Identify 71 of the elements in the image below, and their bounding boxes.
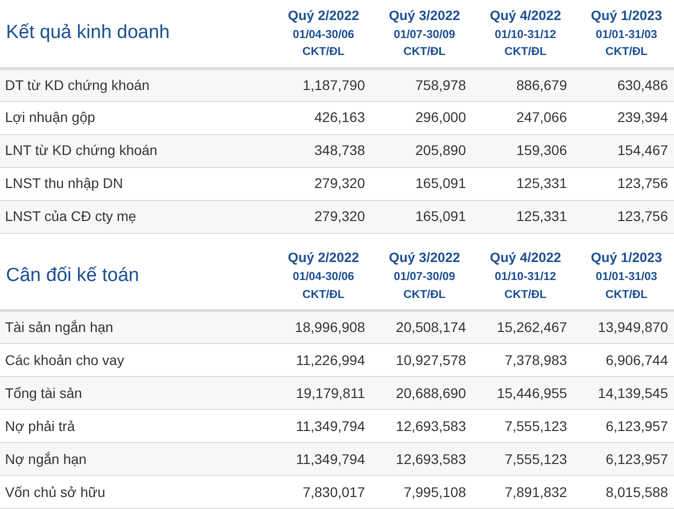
table-cell: 426,163 bbox=[270, 101, 371, 134]
table-cell: 279,320 bbox=[270, 167, 371, 200]
table-cell: 165,091 bbox=[371, 200, 472, 233]
table-cell: 8,015,588 bbox=[573, 476, 674, 508]
table-cell: 296,000 bbox=[371, 101, 472, 134]
standard-label: CKT/ĐL bbox=[605, 288, 648, 302]
table-cell: 7,830,017 bbox=[270, 476, 371, 508]
table-cell: 154,467 bbox=[573, 134, 674, 167]
table-cell: 159,306 bbox=[472, 134, 573, 167]
row-label: LNT từ KD chứng khoán bbox=[0, 134, 270, 167]
row-label: DT từ KD chứng khoán bbox=[0, 68, 270, 101]
table-cell: 1,187,790 bbox=[270, 68, 371, 101]
table-cell: 14,139,545 bbox=[573, 376, 674, 410]
quarter-label: Quý 2/2022 bbox=[288, 8, 360, 25]
table-cell: 123,756 bbox=[573, 167, 674, 200]
standard-label: CKT/ĐL bbox=[403, 288, 446, 302]
standard-label: CKT/ĐL bbox=[302, 45, 345, 60]
table-cell: 279,320 bbox=[270, 200, 371, 233]
table-cell: 13,949,870 bbox=[573, 310, 674, 344]
standard-label: CKT/ĐL bbox=[302, 288, 345, 302]
row-label: LNST của CĐ cty mẹ bbox=[0, 200, 270, 233]
standard-label: CKT/ĐL bbox=[504, 288, 547, 302]
table-cell: 7,995,108 bbox=[371, 476, 472, 508]
table-cell: 348,738 bbox=[270, 134, 371, 167]
quarter-label: Quý 3/2022 bbox=[388, 250, 460, 268]
standard-label: CKT/ĐL bbox=[403, 45, 446, 60]
table-cell: 125,331 bbox=[472, 200, 573, 233]
table-cell: 205,890 bbox=[371, 134, 472, 167]
table-cell: 758,978 bbox=[371, 68, 472, 101]
quarter-label: Quý 4/2022 bbox=[490, 250, 562, 268]
row-label: Vốn chủ sở hữu bbox=[0, 476, 270, 508]
table-cell: 11,349,794 bbox=[270, 442, 371, 476]
table-cell: 20,508,174 bbox=[371, 310, 472, 344]
quarter-label: Quý 1/2023 bbox=[590, 8, 662, 25]
period-label: 01/07-30/09 bbox=[394, 270, 456, 285]
row-label: Tài sản ngắn hạn bbox=[0, 310, 270, 344]
period-label: 01/10-31/12 bbox=[494, 28, 556, 42]
row-label: Tổng tài sản bbox=[0, 376, 270, 410]
row-label: Lợi nhuận gộp bbox=[0, 101, 270, 134]
table-cell: 630,486 bbox=[573, 68, 674, 101]
table-cell: 886,679 bbox=[472, 68, 573, 101]
standard-label: CKT/ĐL bbox=[504, 45, 547, 60]
period-label: 01/04-30/06 bbox=[292, 270, 354, 285]
table-cell: 7,891,832 bbox=[472, 476, 573, 508]
row-label: Nợ ngắn hạn bbox=[0, 442, 270, 476]
table-cell: 165,091 bbox=[371, 167, 472, 200]
row-label: LNST thu nhập DN bbox=[0, 167, 270, 200]
quarter-label: Quý 2/2022 bbox=[288, 250, 360, 268]
table-cell: 15,262,467 bbox=[472, 310, 573, 344]
table-cell: 7,555,123 bbox=[472, 442, 573, 476]
quarter-label: Quý 3/2022 bbox=[388, 8, 460, 25]
table-cell: 6,123,957 bbox=[573, 442, 674, 476]
standard-label: CKT/ĐL bbox=[605, 45, 648, 60]
period-label: 01/01-31/03 bbox=[596, 270, 658, 285]
table-cell: 123,756 bbox=[573, 200, 674, 233]
section-title: Kết quả kinh doanh bbox=[5, 22, 170, 43]
table-cell: 18,996,908 bbox=[270, 310, 371, 344]
section-title: Cân đối kế toán bbox=[5, 264, 140, 286]
table-cell: 125,331 bbox=[472, 167, 573, 200]
period-label: 01/04-30/06 bbox=[292, 28, 354, 42]
period-label: 01/10-31/12 bbox=[494, 270, 556, 285]
table-cell: 12,693,583 bbox=[371, 442, 472, 476]
quarter-label: Quý 4/2022 bbox=[490, 8, 562, 25]
table-cell: 19,179,811 bbox=[270, 376, 371, 410]
table-cell: 15,446,955 bbox=[472, 376, 573, 410]
table-cell: 239,394 bbox=[573, 101, 674, 134]
quarter-label: Quý 1/2023 bbox=[590, 250, 662, 268]
period-label: 01/01-31/03 bbox=[596, 28, 658, 42]
period-label: 01/07-30/09 bbox=[394, 28, 456, 42]
table-cell: 20,688,690 bbox=[371, 376, 472, 410]
table-cell: 247,066 bbox=[472, 101, 573, 134]
